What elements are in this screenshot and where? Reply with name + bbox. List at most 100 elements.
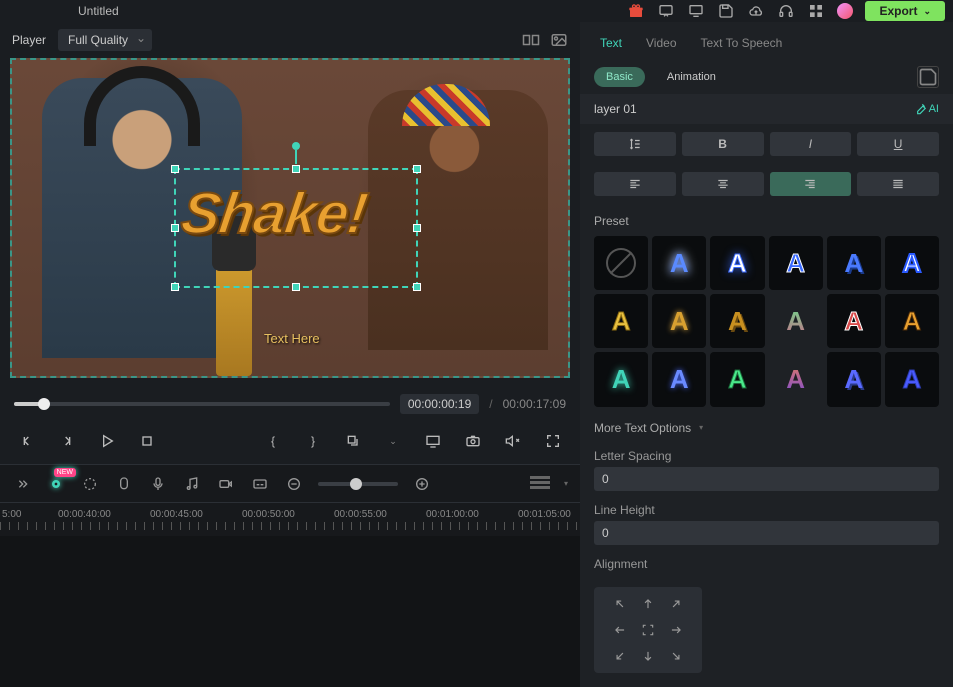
stop-button[interactable] bbox=[134, 428, 160, 454]
headset-icon[interactable] bbox=[777, 2, 795, 20]
zoom-in-button[interactable] bbox=[412, 474, 432, 494]
ai-edit-button[interactable]: AI bbox=[913, 102, 939, 116]
resize-handle-bl[interactable] bbox=[171, 283, 179, 291]
preset-swatch[interactable]: A bbox=[652, 352, 706, 406]
chat-icon[interactable] bbox=[657, 2, 675, 20]
line-height-button[interactable] bbox=[594, 132, 676, 156]
step-fwd-button[interactable] bbox=[54, 428, 80, 454]
align-bl[interactable] bbox=[608, 645, 632, 667]
preset-swatch[interactable]: A bbox=[885, 294, 939, 348]
preset-swatch[interactable]: A bbox=[769, 236, 823, 290]
resize-handle-tr[interactable] bbox=[413, 165, 421, 173]
placeholder-text[interactable]: Text Here bbox=[264, 331, 320, 346]
zoom-thumb[interactable] bbox=[350, 478, 362, 490]
more-text-options[interactable]: More Text Options▾ bbox=[580, 411, 953, 445]
italic-button[interactable]: I bbox=[770, 132, 852, 156]
align-mc[interactable] bbox=[636, 619, 660, 641]
resize-handle-tc[interactable] bbox=[292, 165, 300, 173]
desktop-icon[interactable] bbox=[687, 2, 705, 20]
grid-icon[interactable] bbox=[807, 2, 825, 20]
crop-dropdown[interactable] bbox=[340, 428, 366, 454]
align-right-button[interactable] bbox=[770, 172, 852, 196]
avatar[interactable] bbox=[837, 3, 853, 19]
compare-icon[interactable] bbox=[522, 31, 540, 49]
audio-icon[interactable] bbox=[182, 474, 202, 494]
track-view-toggle[interactable] bbox=[530, 476, 550, 492]
fullscreen-icon[interactable] bbox=[540, 428, 566, 454]
align-tr[interactable] bbox=[664, 593, 688, 615]
save-icon[interactable] bbox=[717, 2, 735, 20]
preset-swatch[interactable]: A bbox=[594, 294, 648, 348]
preset-swatch[interactable]: A bbox=[769, 294, 823, 348]
display-icon[interactable] bbox=[420, 428, 446, 454]
enhance-icon[interactable] bbox=[80, 474, 100, 494]
cloud-icon[interactable] bbox=[747, 2, 765, 20]
progress-thumb[interactable] bbox=[38, 398, 50, 410]
resize-handle-mr[interactable] bbox=[413, 224, 421, 232]
zoom-slider[interactable] bbox=[318, 482, 398, 486]
mark-in-button[interactable]: { bbox=[260, 428, 286, 454]
align-mr[interactable] bbox=[664, 619, 688, 641]
subtab-basic[interactable]: Basic bbox=[594, 67, 645, 87]
preset-swatch[interactable]: A bbox=[710, 236, 764, 290]
rotate-handle[interactable] bbox=[292, 142, 300, 150]
preset-swatch[interactable]: A bbox=[827, 294, 881, 348]
quality-select[interactable]: Full Quality bbox=[58, 29, 152, 51]
preset-swatch[interactable]: A bbox=[827, 236, 881, 290]
subtab-animation[interactable]: Animation bbox=[655, 67, 728, 87]
tab-video[interactable]: Video bbox=[644, 32, 678, 54]
preset-swatch[interactable]: A bbox=[885, 352, 939, 406]
mark-out-button[interactable]: } bbox=[300, 428, 326, 454]
underline-button[interactable]: U bbox=[857, 132, 939, 156]
align-bc[interactable] bbox=[636, 645, 660, 667]
marker-icon[interactable] bbox=[114, 474, 134, 494]
preset-swatch[interactable]: A bbox=[769, 352, 823, 406]
preset-swatch[interactable]: A bbox=[827, 352, 881, 406]
zoom-out-button[interactable] bbox=[284, 474, 304, 494]
align-left-button[interactable] bbox=[594, 172, 676, 196]
align-br[interactable] bbox=[664, 645, 688, 667]
expand-icon[interactable] bbox=[12, 474, 32, 494]
align-center-button[interactable] bbox=[682, 172, 764, 196]
letter-spacing-input[interactable] bbox=[594, 467, 939, 491]
selection-box[interactable] bbox=[174, 168, 418, 288]
step-back-button[interactable] bbox=[14, 428, 40, 454]
tab-text[interactable]: Text bbox=[598, 32, 624, 54]
record-icon[interactable] bbox=[216, 474, 236, 494]
preset-swatch[interactable]: A bbox=[710, 352, 764, 406]
align-justify-button[interactable] bbox=[857, 172, 939, 196]
preset-swatch[interactable]: A bbox=[594, 352, 648, 406]
resize-handle-bc[interactable] bbox=[292, 283, 300, 291]
resize-handle-ml[interactable] bbox=[171, 224, 179, 232]
camera-icon[interactable] bbox=[460, 428, 486, 454]
progress-track[interactable] bbox=[14, 402, 390, 406]
export-button[interactable]: Export⌄ bbox=[865, 1, 945, 21]
align-ml[interactable] bbox=[608, 619, 632, 641]
gift-icon[interactable] bbox=[627, 2, 645, 20]
timeline-tracks[interactable] bbox=[0, 536, 580, 687]
align-tc[interactable] bbox=[636, 593, 660, 615]
tab-tts[interactable]: Text To Speech bbox=[699, 32, 785, 54]
align-tl[interactable] bbox=[608, 593, 632, 615]
preview-canvas[interactable]: Shake! Text Here bbox=[10, 58, 570, 378]
play-button[interactable] bbox=[94, 428, 120, 454]
mute-icon[interactable] bbox=[500, 428, 526, 454]
snapshot-icon[interactable] bbox=[550, 31, 568, 49]
ai-icon[interactable]: NEW bbox=[46, 474, 66, 494]
timeline-ruler[interactable]: 5:00 00:00:40:00 00:00:45:00 00:00:50:00… bbox=[0, 502, 580, 536]
layer-row: layer 01 AI bbox=[580, 94, 953, 124]
chevron-down-icon[interactable]: ▾ bbox=[564, 479, 568, 488]
chevron-down-icon[interactable]: ⌄ bbox=[380, 428, 406, 454]
resize-handle-br[interactable] bbox=[413, 283, 421, 291]
template-save-icon[interactable] bbox=[917, 66, 939, 88]
subtitle-icon[interactable] bbox=[250, 474, 270, 494]
preset-swatch[interactable]: A bbox=[885, 236, 939, 290]
voiceover-icon[interactable] bbox=[148, 474, 168, 494]
preset-swatch[interactable]: A bbox=[652, 236, 706, 290]
preset-swatch[interactable] bbox=[594, 236, 648, 290]
resize-handle-tl[interactable] bbox=[171, 165, 179, 173]
preset-swatch[interactable]: A bbox=[710, 294, 764, 348]
preset-swatch[interactable]: A bbox=[652, 294, 706, 348]
line-height-input[interactable] bbox=[594, 521, 939, 545]
bold-button[interactable]: B bbox=[682, 132, 764, 156]
